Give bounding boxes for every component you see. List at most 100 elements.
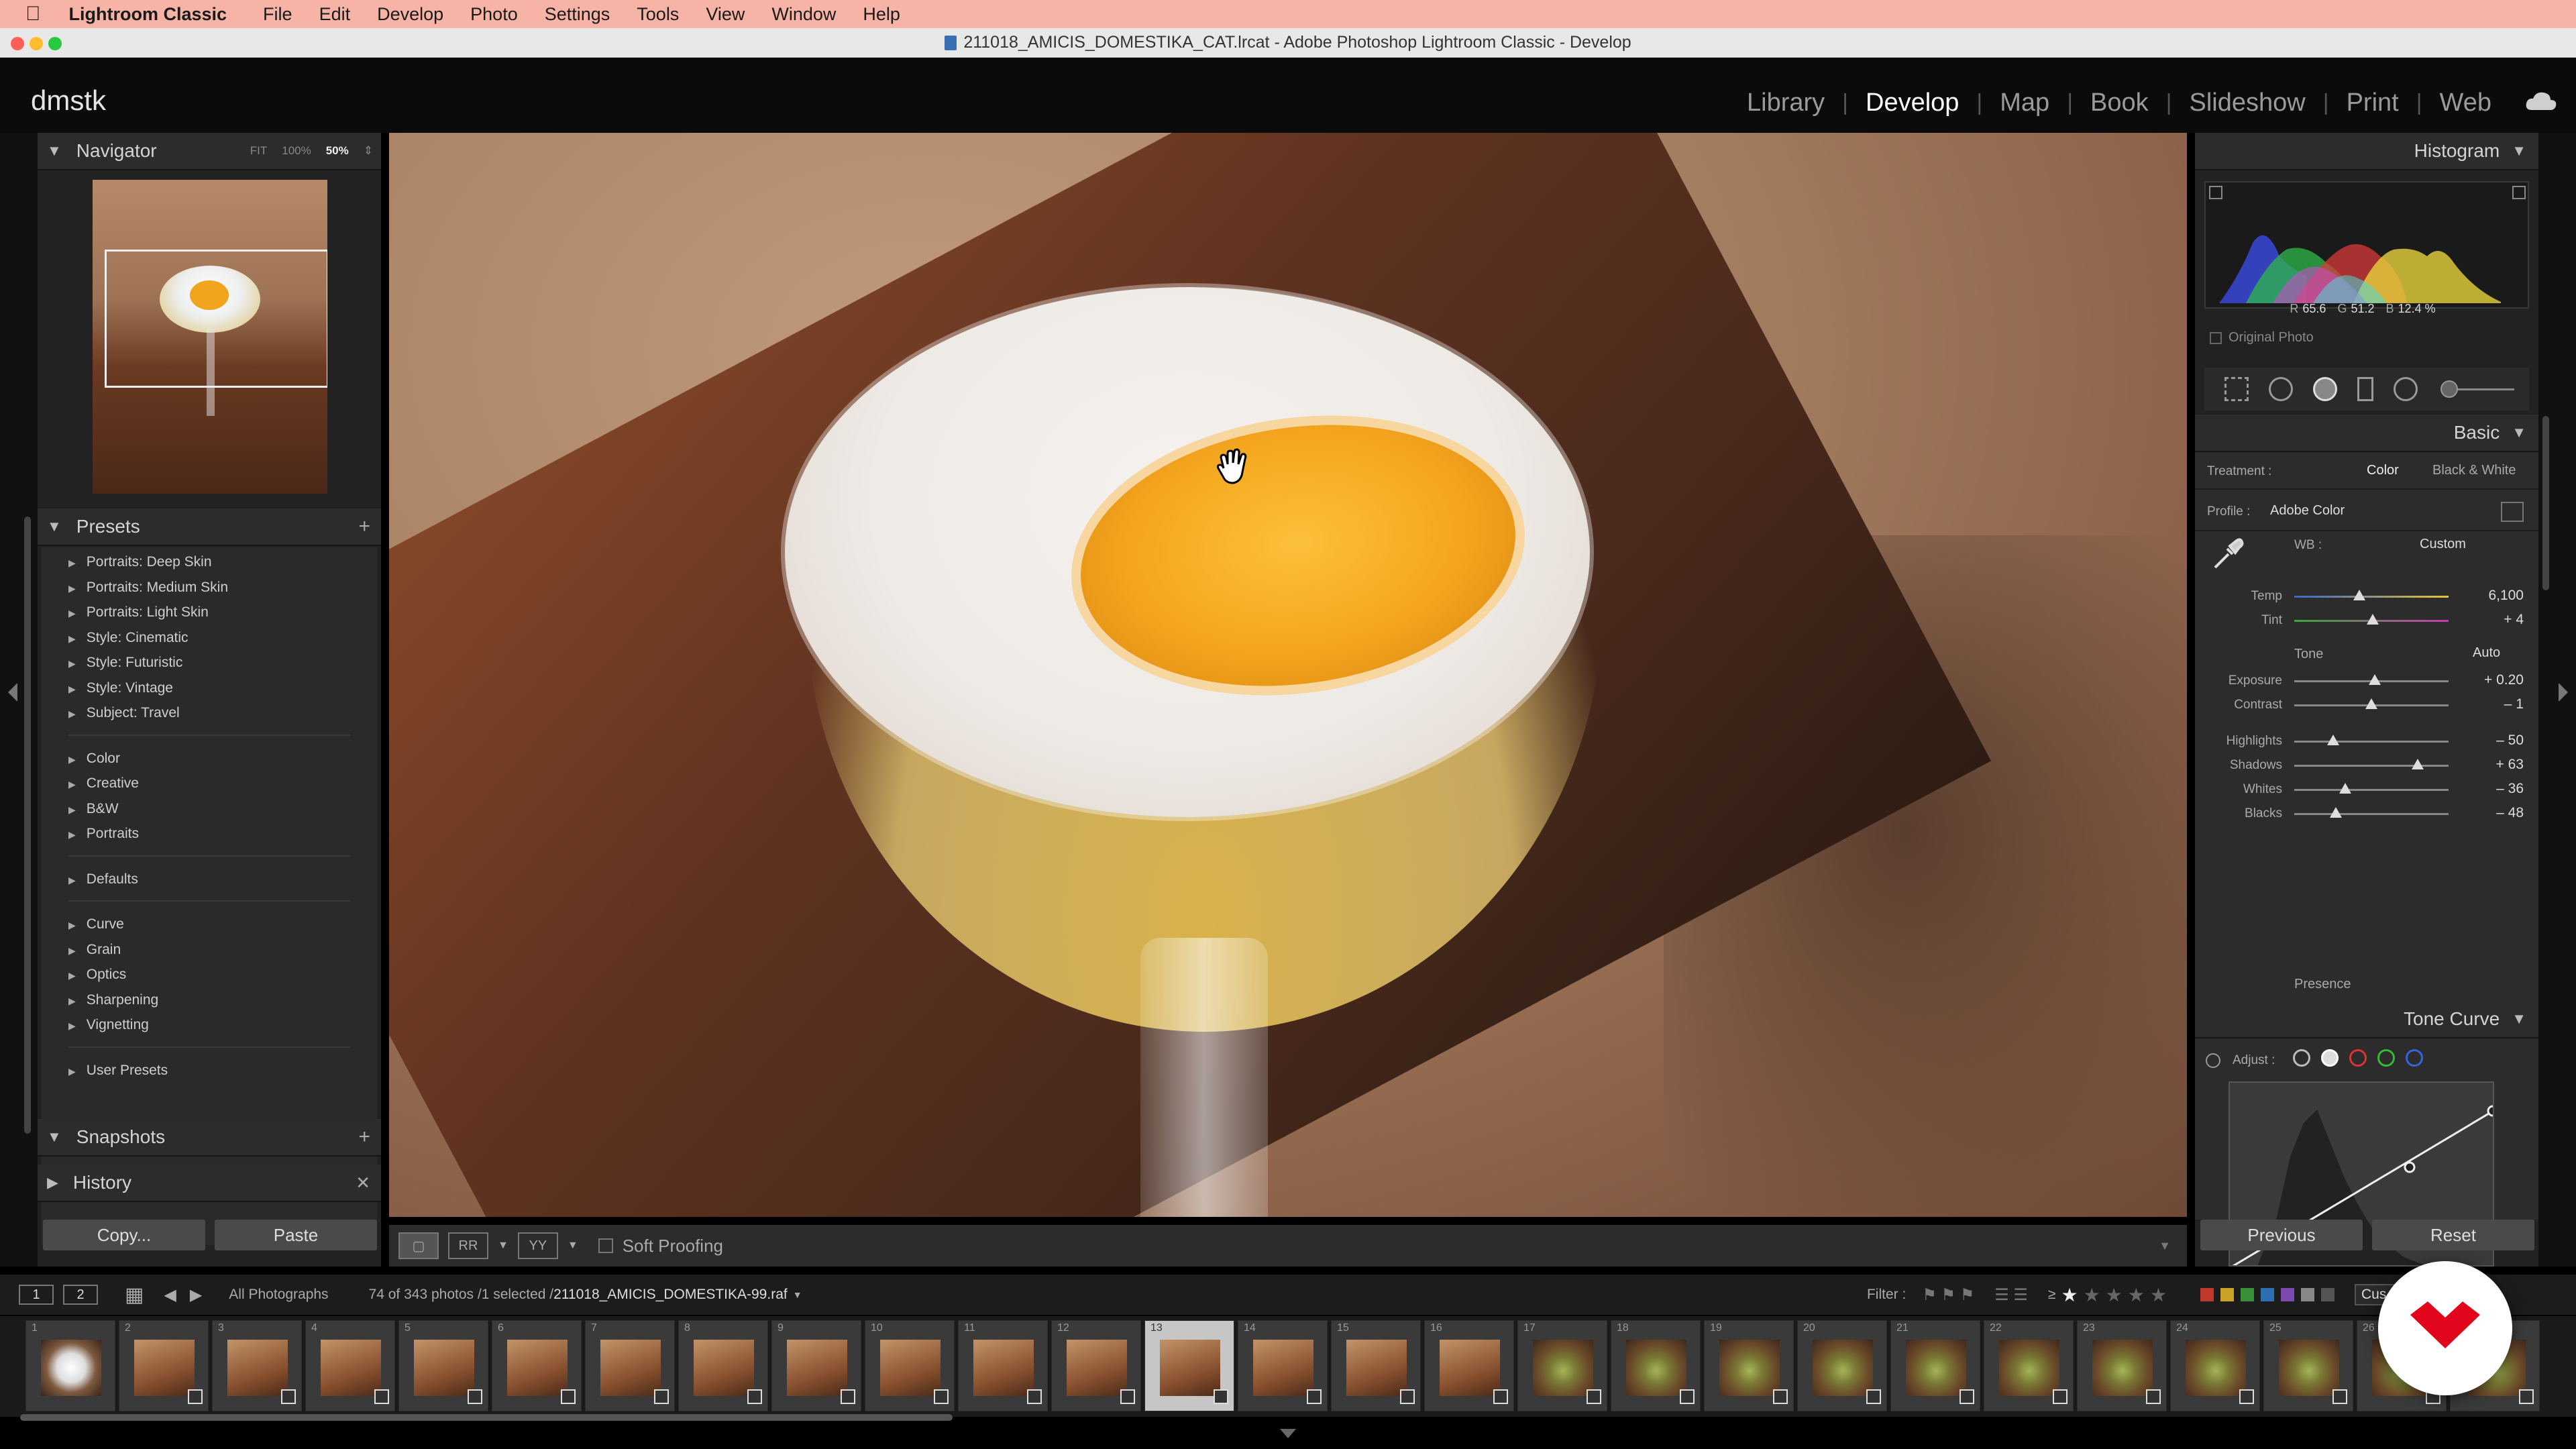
star-icon[interactable]: ★: [2084, 1284, 2100, 1306]
collapse-triangle-icon[interactable]: ▼: [2512, 142, 2526, 160]
contrast-slider[interactable]: [2294, 698, 2449, 709]
filmstrip-thumbnail[interactable]: 4: [305, 1320, 395, 1411]
cloud-sync-icon[interactable]: [2525, 91, 2557, 111]
bottom-panel-toggle-icon[interactable]: [1280, 1429, 1296, 1438]
expand-triangle-icon[interactable]: ▶: [68, 708, 76, 719]
graduated-filter-icon[interactable]: [2357, 377, 2373, 401]
treatment-bw-option[interactable]: Black & White: [2432, 463, 2516, 478]
tint-value[interactable]: + 4: [2504, 612, 2524, 628]
original-photo-checkbox[interactable]: [2210, 331, 2222, 344]
module-develop[interactable]: Develop: [1848, 89, 1976, 117]
temp-slider-thumb[interactable]: [2353, 590, 2365, 600]
filmstrip-thumbnail[interactable]: 2: [119, 1320, 209, 1411]
filmstrip-thumbnail[interactable]: 17: [1517, 1320, 1607, 1411]
menu-item-settings[interactable]: Settings: [545, 4, 610, 25]
filmstrip-thumbnail[interactable]: 19: [1704, 1320, 1794, 1411]
preset-folder[interactable]: ▶ Style: Cinematic: [68, 630, 189, 646]
filmstrip-thumbnail[interactable]: 13: [1144, 1320, 1234, 1411]
expand-triangle-icon[interactable]: ▶: [68, 1066, 76, 1077]
color-label-swatch[interactable]: [2200, 1288, 2214, 1301]
module-library[interactable]: Library: [1729, 89, 1842, 117]
left-panel-scrollbar[interactable]: [24, 517, 31, 1134]
highlights-slider[interactable]: [2294, 735, 2449, 745]
paste-button[interactable]: Paste: [215, 1220, 377, 1250]
preset-folder[interactable]: ▶ Creative: [68, 775, 139, 792]
secondary-window-button[interactable]: 2: [63, 1285, 98, 1305]
expand-triangle-icon[interactable]: ▶: [68, 945, 76, 956]
filmstrip-source[interactable]: All Photographs: [229, 1287, 328, 1303]
star-icon[interactable]: ★: [2150, 1284, 2167, 1306]
brush-tool-slider[interactable]: [2440, 380, 2514, 398]
expand-triangle-icon[interactable]: ▶: [47, 1174, 58, 1191]
wb-eyedropper-icon[interactable]: [2210, 535, 2246, 572]
star-icon[interactable]: ★: [2061, 1284, 2078, 1306]
preset-folder[interactable]: ▶ Grain: [68, 942, 121, 958]
preset-folder[interactable]: ▶ Style: Vintage: [68, 680, 173, 696]
expand-triangle-icon[interactable]: ▶: [68, 684, 76, 694]
right-panel-scrollbar[interactable]: [2542, 416, 2549, 590]
healing-tool-icon[interactable]: [2269, 377, 2293, 401]
filmstrip-thumbnail[interactable]: 20: [1797, 1320, 1887, 1411]
filmstrip-thumbnail[interactable]: 1: [25, 1320, 115, 1411]
menu-item-file[interactable]: File: [263, 4, 292, 25]
navigator-header[interactable]: ▼ Navigator FIT 100% 50% ⇕: [38, 133, 381, 170]
crop-tool-icon[interactable]: [2224, 377, 2249, 401]
filmstrip-thumbnail[interactable]: 18: [1611, 1320, 1701, 1411]
filmstrip-thumbnail[interactable]: 12: [1051, 1320, 1141, 1411]
left-panel-toggle-icon[interactable]: [8, 683, 17, 702]
expand-triangle-icon[interactable]: ▶: [68, 557, 76, 568]
loupe-view-icon[interactable]: ▢: [398, 1232, 439, 1259]
zoom-window-button[interactable]: [48, 37, 62, 50]
menu-item-edit[interactable]: Edit: [319, 4, 351, 25]
module-web[interactable]: Web: [2422, 89, 2509, 117]
auto-tone-button[interactable]: Auto: [2473, 645, 2500, 661]
filmstrip-thumbnail[interactable]: 5: [398, 1320, 488, 1411]
expand-triangle-icon[interactable]: ▶: [68, 633, 76, 644]
preset-folder[interactable]: ▶ Style: Futuristic: [68, 655, 182, 671]
identity-plate[interactable]: dmstk: [31, 85, 106, 117]
preset-folder[interactable]: ▶ Defaults: [68, 871, 138, 888]
menu-item-photo[interactable]: Photo: [470, 4, 518, 25]
preset-folder[interactable]: ▶ Portraits: Medium Skin: [68, 580, 228, 596]
filmstrip-thumbnail[interactable]: 9: [771, 1320, 861, 1411]
collapse-triangle-icon[interactable]: ▼: [47, 1128, 62, 1146]
filmstrip-thumbnail[interactable]: 25: [2263, 1320, 2353, 1411]
temp-value[interactable]: 6,100: [2488, 588, 2524, 604]
exposure-value[interactable]: + 0.20: [2484, 672, 2524, 688]
rgb-channel-icon[interactable]: [2321, 1049, 2339, 1067]
clear-history-icon[interactable]: ✕: [356, 1173, 370, 1193]
star-icon[interactable]: ★: [2128, 1284, 2145, 1306]
target-adjust-icon[interactable]: [2206, 1053, 2220, 1068]
menu-item-tools[interactable]: Tools: [637, 4, 679, 25]
navigator-view-box[interactable]: [105, 250, 327, 388]
before-after-swap-icon[interactable]: YY: [517, 1232, 558, 1259]
filename-dropdown-icon[interactable]: ▼: [793, 1289, 802, 1300]
color-label-swatch[interactable]: [2241, 1288, 2254, 1301]
expand-triangle-icon[interactable]: ▶: [68, 658, 76, 669]
filmstrip-thumbnail[interactable]: 14: [1238, 1320, 1328, 1411]
collapse-triangle-icon[interactable]: ▼: [2512, 424, 2526, 441]
contrast-value[interactable]: – 1: [2504, 696, 2524, 712]
expand-triangle-icon[interactable]: ▶: [68, 1020, 76, 1031]
filmstrip-thumbnail[interactable]: 21: [1890, 1320, 1980, 1411]
flag-filter-icons[interactable]: ⚑ ⚑ ⚑: [1922, 1285, 1974, 1305]
histogram-graph[interactable]: [2204, 181, 2529, 309]
preset-folder[interactable]: ▶ User Presets: [68, 1063, 168, 1079]
navigator-preview[interactable]: [93, 180, 327, 494]
exposure-slider[interactable]: [2294, 674, 2449, 685]
preset-folder[interactable]: ▶ Curve: [68, 916, 124, 932]
exposure-slider-thumb[interactable]: [2368, 674, 2381, 685]
filmstrip-thumbnail[interactable]: 16: [1424, 1320, 1514, 1411]
history-header[interactable]: ▶ History ✕: [38, 1165, 381, 1202]
blacks-value[interactable]: – 48: [2496, 805, 2524, 821]
preset-folder[interactable]: ▶ Subject: Travel: [68, 705, 180, 721]
expand-triangle-icon[interactable]: ▶: [68, 583, 76, 594]
original-photo-toggle[interactable]: Original Photo: [2210, 330, 2314, 345]
highlights-slider-thumb[interactable]: [2326, 735, 2339, 745]
selected-filename[interactable]: 211018_AMICIS_DOMESTIKA-99.raf: [553, 1287, 788, 1303]
soft-proofing-checkbox[interactable]: [598, 1238, 613, 1253]
menu-item-window[interactable]: Window: [771, 4, 836, 25]
menu-app-name[interactable]: Lightroom Classic: [69, 4, 227, 25]
parametric-curve-icon[interactable]: [2293, 1049, 2310, 1067]
whites-slider-thumb[interactable]: [2339, 783, 2351, 794]
